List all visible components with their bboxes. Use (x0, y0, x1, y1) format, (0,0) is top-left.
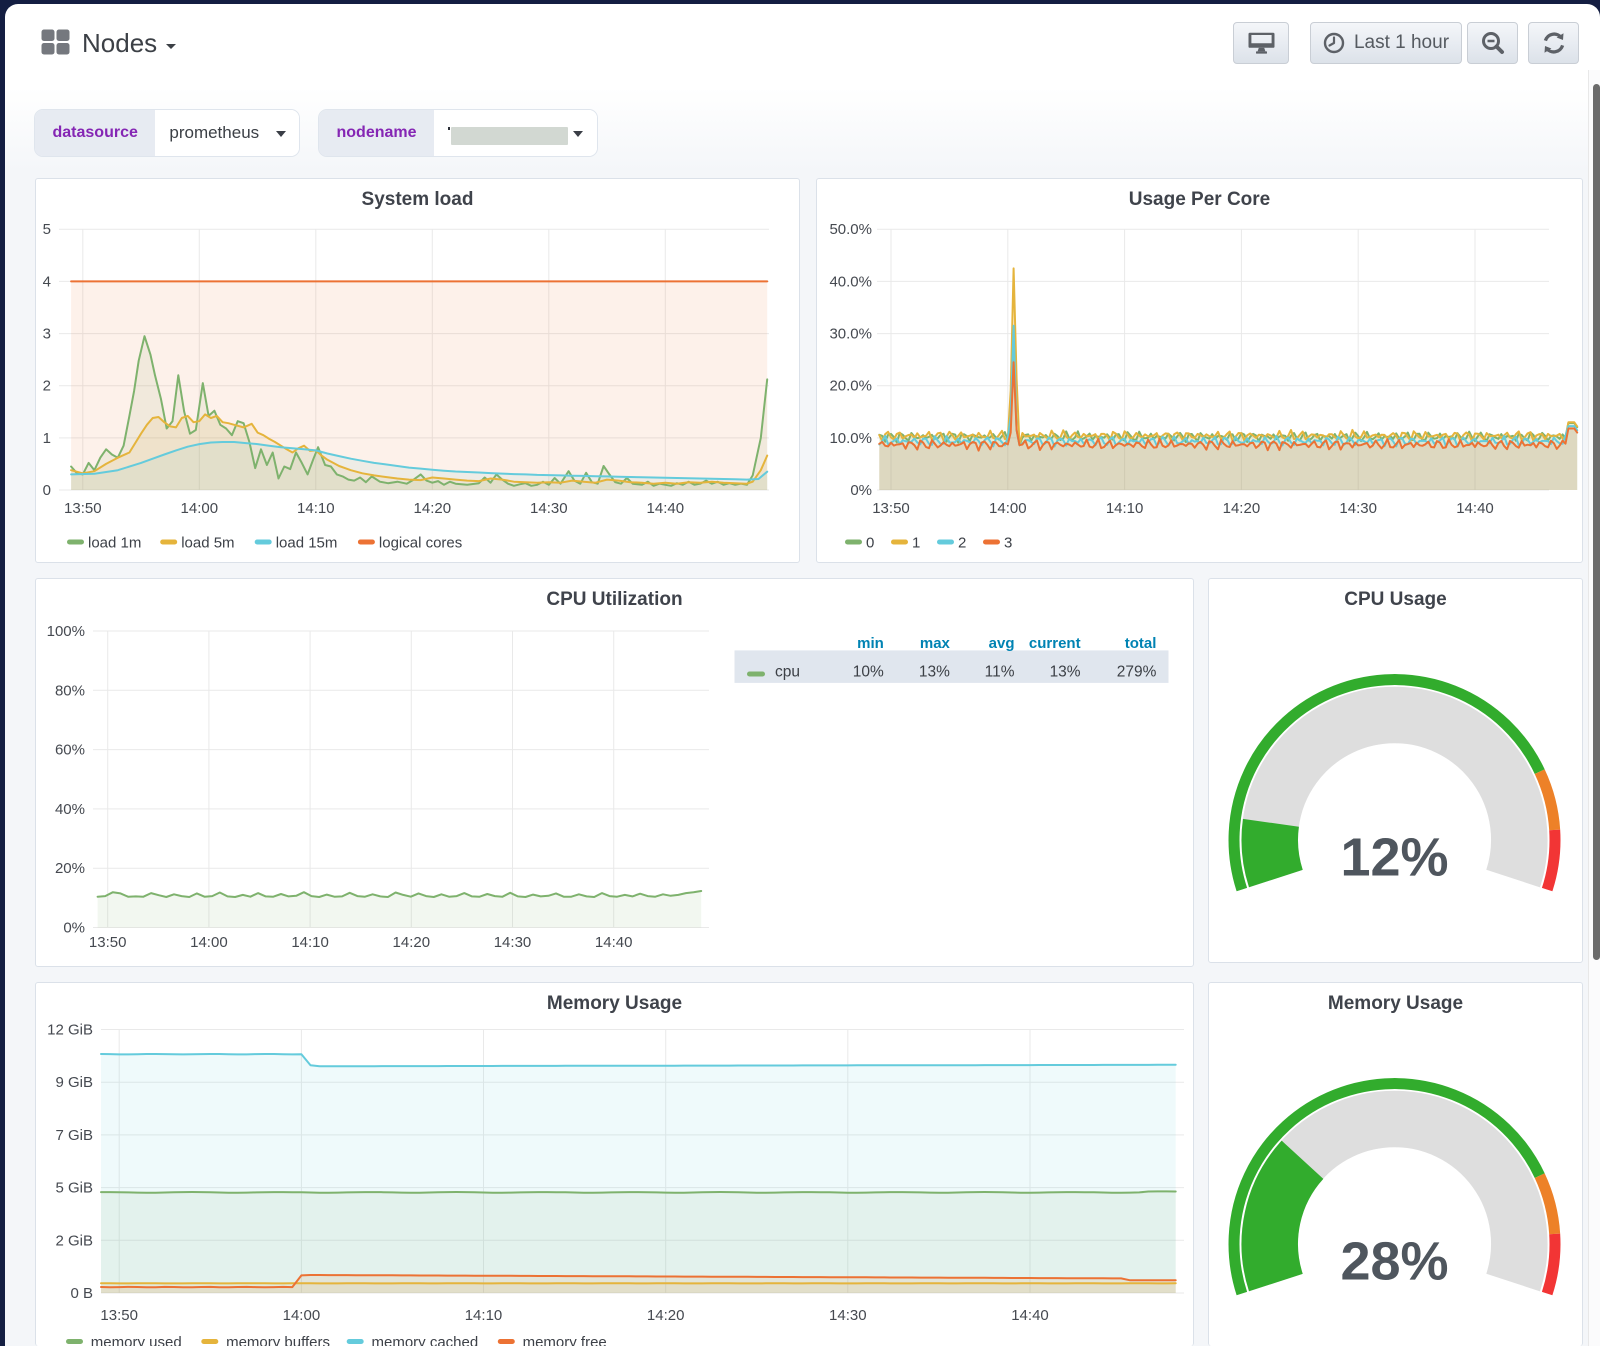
svg-text:13%: 13% (919, 664, 950, 681)
svg-text:0%: 0% (63, 920, 85, 937)
svg-text:14:40: 14:40 (647, 500, 685, 517)
svg-text:13:50: 13:50 (872, 500, 910, 517)
svg-text:14:10: 14:10 (291, 934, 329, 951)
svg-text:0: 0 (866, 535, 874, 552)
svg-text:13:50: 13:50 (64, 500, 102, 517)
svg-text:20.0%: 20.0% (829, 378, 872, 395)
svg-text:0 B: 0 B (70, 1285, 93, 1302)
svg-text:0: 0 (43, 482, 51, 499)
svg-text:memory cached: memory cached (372, 1334, 479, 1346)
svg-text:10%: 10% (853, 664, 884, 681)
svg-text:13:50: 13:50 (89, 934, 127, 951)
svg-text:7 GiB: 7 GiB (55, 1127, 93, 1144)
svg-text:3: 3 (1004, 535, 1012, 552)
svg-text:20%: 20% (55, 860, 85, 877)
svg-text:5 GiB: 5 GiB (55, 1180, 93, 1197)
svg-text:14:20: 14:20 (1223, 500, 1261, 517)
svg-text:50.0%: 50.0% (829, 221, 872, 238)
svg-text:logical cores: logical cores (379, 535, 462, 552)
svg-text:5: 5 (43, 221, 51, 238)
svg-text:14:10: 14:10 (465, 1307, 503, 1324)
svg-text:14:30: 14:30 (494, 934, 532, 951)
svg-text:9 GiB: 9 GiB (55, 1074, 93, 1091)
svg-text:14:20: 14:20 (647, 1307, 685, 1324)
svg-text:28%: 28% (1340, 1232, 1448, 1292)
svg-text:14:40: 14:40 (595, 934, 633, 951)
svg-text:14:00: 14:00 (181, 500, 219, 517)
svg-text:100%: 100% (47, 623, 85, 640)
svg-text:load 1m: load 1m (88, 535, 141, 552)
svg-text:14:30: 14:30 (829, 1307, 867, 1324)
svg-text:memory free: memory free (523, 1334, 607, 1346)
svg-text:2 GiB: 2 GiB (55, 1232, 93, 1249)
svg-text:30.0%: 30.0% (829, 326, 872, 343)
svg-text:1: 1 (912, 535, 920, 552)
svg-text:14:00: 14:00 (190, 934, 228, 951)
svg-text:14:10: 14:10 (1106, 500, 1144, 517)
svg-text:40%: 40% (55, 801, 85, 818)
svg-text:279%: 279% (1117, 664, 1157, 681)
svg-text:3: 3 (43, 326, 51, 343)
svg-text:13%: 13% (1050, 664, 1081, 681)
svg-text:60%: 60% (55, 742, 85, 759)
svg-text:avg: avg (989, 635, 1015, 652)
svg-text:1: 1 (43, 430, 51, 447)
svg-text:10.0%: 10.0% (829, 430, 872, 447)
svg-text:14:00: 14:00 (989, 500, 1027, 517)
svg-text:0%: 0% (850, 482, 872, 499)
svg-text:12 GiB: 12 GiB (47, 1022, 93, 1039)
svg-text:14:20: 14:20 (414, 500, 452, 517)
svg-text:14:00: 14:00 (283, 1307, 321, 1324)
svg-text:40.0%: 40.0% (829, 273, 872, 290)
svg-text:cpu: cpu (775, 664, 800, 681)
svg-text:current: current (1029, 635, 1081, 652)
svg-text:2: 2 (43, 378, 51, 395)
svg-text:14:30: 14:30 (530, 500, 568, 517)
svg-text:4: 4 (43, 273, 51, 290)
svg-text:14:40: 14:40 (1456, 500, 1494, 517)
svg-text:memory used: memory used (91, 1334, 182, 1346)
svg-text:14:40: 14:40 (1011, 1307, 1049, 1324)
svg-text:14:10: 14:10 (297, 500, 335, 517)
svg-text:memory buffers: memory buffers (226, 1334, 330, 1346)
svg-text:14:30: 14:30 (1339, 500, 1377, 517)
svg-text:14:20: 14:20 (393, 934, 431, 951)
svg-text:13:50: 13:50 (100, 1307, 138, 1324)
svg-text:max: max (920, 635, 951, 652)
svg-text:2: 2 (958, 535, 966, 552)
svg-text:12%: 12% (1340, 828, 1448, 888)
svg-text:total: total (1125, 635, 1157, 652)
svg-text:80%: 80% (55, 682, 85, 699)
svg-text:11%: 11% (985, 664, 1015, 681)
svg-text:load 5m: load 5m (181, 535, 234, 552)
svg-text:min: min (857, 635, 884, 652)
svg-text:load 15m: load 15m (276, 535, 338, 552)
